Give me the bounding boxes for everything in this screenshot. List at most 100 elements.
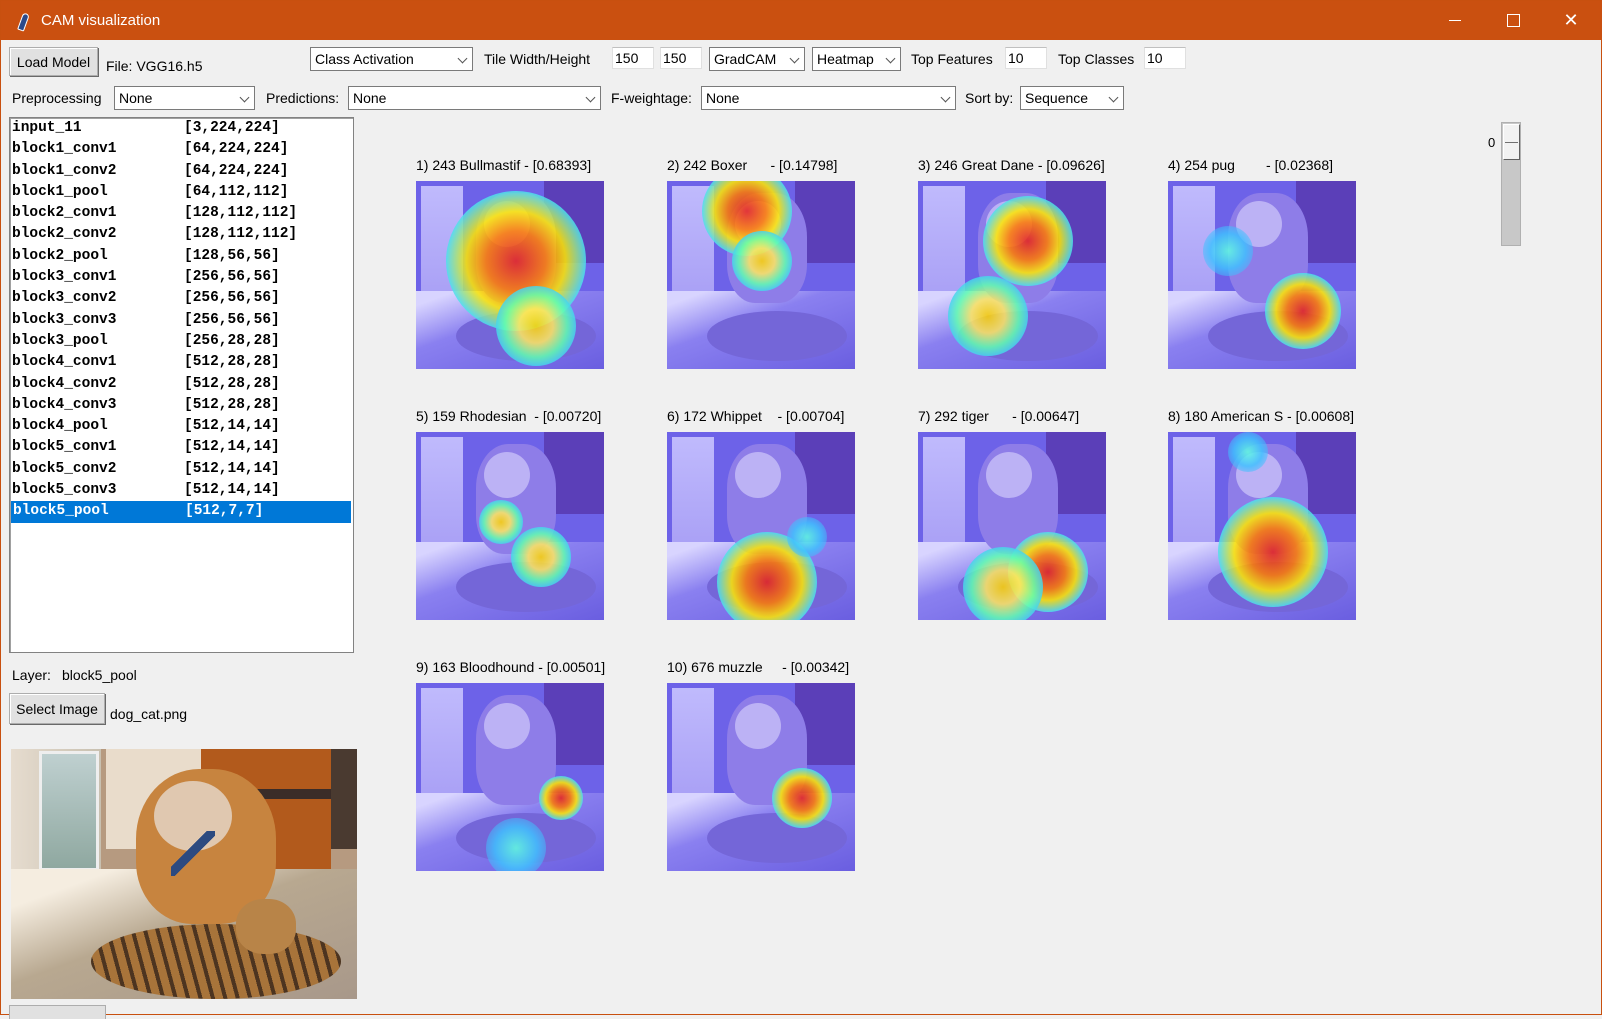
layer-list-item[interactable]: block5_conv2 [512,14,14] (10, 459, 353, 480)
maximize-button[interactable] (1484, 1, 1542, 40)
layer-list-item[interactable]: block4_conv2 [512,28,28] (10, 374, 353, 395)
cam-heatmap-tile[interactable] (667, 432, 855, 620)
partial-button[interactable] (9, 1005, 106, 1019)
top-classes-label: Top Classes (1058, 51, 1135, 67)
layer-shape: [128,112,112] (184, 205, 298, 222)
tile-width-input[interactable]: 150 (612, 47, 654, 69)
tile-label: 6) 172 Whippet - [0.00704] (667, 408, 845, 424)
layer-list-item[interactable]: block3_conv1 [256,56,56] (10, 267, 353, 288)
layer-list-item[interactable]: input_11 [3,224,224] (10, 118, 353, 139)
heatmap-region (1218, 497, 1328, 607)
layer-list-item[interactable]: block4_conv3 [512,28,28] (10, 395, 353, 416)
top-classes-input[interactable]: 10 (1144, 47, 1186, 69)
layer-name: block5_conv3 (12, 482, 117, 499)
fweightage-select[interactable]: None (701, 86, 956, 110)
mode-select[interactable]: Class Activation (310, 47, 473, 71)
layer-name: block1_conv2 (12, 162, 117, 179)
select-image-button[interactable]: Select Image (9, 693, 105, 724)
tile-label: 8) 180 American S - [0.00608] (1168, 408, 1354, 424)
layer-list-item[interactable]: block1_conv1 [64,224,224] (10, 139, 353, 160)
preprocessing-select[interactable]: None (114, 86, 255, 110)
layer-shape: [256,56,56] (184, 290, 280, 307)
layer-shape: [128,56,56] (184, 247, 280, 264)
cam-heatmap-tile[interactable] (918, 181, 1106, 369)
feather-icon (15, 12, 29, 30)
chevron-down-icon (885, 53, 896, 64)
top-features-input[interactable]: 10 (1005, 47, 1047, 69)
layer-list-item[interactable]: block2_conv1 [128,112,112] (10, 203, 353, 224)
layer-shape: [512,28,28] (184, 396, 280, 413)
chevron-down-icon (1108, 92, 1119, 103)
cam-heatmap-tile[interactable] (416, 683, 604, 871)
heatmap-region (539, 776, 583, 820)
layer-shape: [256,56,56] (184, 269, 280, 286)
layer-shape: [256,28,28] (184, 332, 280, 349)
predictions-select[interactable]: None (348, 86, 601, 110)
tile-label: 4) 254 pug - [0.02368] (1168, 157, 1333, 173)
layer-list-item[interactable]: block5_conv3 [512,14,14] (10, 480, 353, 501)
layer-shape: [512,14,14] (184, 460, 280, 477)
cam-heatmap-tile[interactable] (1168, 432, 1356, 620)
layer-list-item[interactable]: block5_pool [512,7,7] (11, 501, 351, 523)
tile-height-input[interactable]: 150 (660, 47, 702, 69)
source-image (11, 749, 357, 999)
sortby-label: Sort by: (965, 90, 1014, 106)
heatmap-region (486, 818, 546, 871)
slider-thumb[interactable] (1503, 124, 1520, 160)
heatmap-region (732, 231, 792, 291)
layer-list-item[interactable]: block4_conv1 [512,28,28] (10, 352, 353, 373)
cam-heatmap-tile[interactable] (416, 432, 604, 620)
layer-list-item[interactable]: block1_pool [64,112,112] (10, 182, 353, 203)
display-select[interactable]: Heatmap (812, 47, 901, 71)
tile-label: 10) 676 muzzle - [0.00342] (667, 659, 850, 675)
layer-shape: [128,112,112] (184, 226, 298, 243)
cam-heatmap-tile[interactable] (918, 432, 1106, 620)
heatmap-region (1203, 226, 1253, 276)
layer-list-item[interactable]: block3_conv3 [256,56,56] (10, 310, 353, 331)
layer-list-item[interactable]: block5_conv1 [512,14,14] (10, 437, 353, 458)
heatmap-region (496, 286, 576, 366)
layer-list-item[interactable]: block1_conv2 [64,224,224] (10, 161, 353, 182)
layer-list-item[interactable]: block2_pool [128,56,56] (10, 246, 353, 267)
chevron-down-icon (457, 53, 468, 64)
layer-listbox[interactable]: input_11 [3,224,224] block1_conv1 [64,224,2… (9, 117, 354, 653)
layer-name: block2_conv2 (12, 226, 117, 243)
layer-list-item[interactable]: block2_conv2 [128,112,112] (10, 224, 353, 245)
layer-shape: [512,14,14] (184, 482, 280, 499)
method-select[interactable]: GradCAM (709, 47, 805, 71)
cam-heatmap-tile[interactable] (1168, 181, 1356, 369)
layer-list-item[interactable]: block3_conv2 [256,56,56] (10, 288, 353, 309)
layer-shape: [64,224,224] (184, 141, 289, 158)
tile-scale-slider[interactable] (1501, 122, 1521, 246)
cam-heatmap-tile[interactable] (667, 181, 855, 369)
layer-name: block3_conv2 (12, 290, 117, 307)
layer-name: block4_conv3 (12, 396, 117, 413)
tile-label: 1) 243 Bullmastif - [0.68393] (416, 157, 592, 173)
minimize-button[interactable] (1426, 1, 1484, 40)
preprocessing-select-value: None (119, 90, 153, 106)
layer-list-item[interactable]: block3_pool [256,28,28] (10, 331, 353, 352)
layer-name: block5_pool (13, 503, 109, 520)
heatmap-region (948, 276, 1028, 356)
layer-shape: [64,224,224] (184, 162, 289, 179)
chevron-down-icon (789, 53, 800, 64)
chevron-down-icon (585, 92, 596, 103)
mode-select-value: Class Activation (315, 51, 414, 67)
layer-name: block1_conv1 (12, 141, 117, 158)
heatmap-region (479, 500, 523, 544)
sortby-select[interactable]: Sequence (1020, 86, 1124, 110)
heatmap-region (511, 527, 571, 587)
fweightage-select-value: None (706, 90, 740, 106)
layer-name: block1_pool (12, 183, 108, 200)
cam-heatmap-tile[interactable] (416, 181, 604, 369)
close-button[interactable]: ✕ (1542, 1, 1600, 40)
heatmap-region (963, 547, 1043, 620)
layer-label: Layer: (12, 667, 51, 683)
load-model-button[interactable]: Load Model (9, 47, 98, 76)
layer-name: block5_conv2 (12, 460, 117, 477)
method-select-value: GradCAM (714, 51, 777, 67)
cam-heatmap-tile[interactable] (667, 683, 855, 871)
fweightage-label: F-weightage: (611, 90, 692, 106)
tile-size-label: Tile Width/Height (484, 51, 591, 67)
layer-list-item[interactable]: block4_pool [512,14,14] (10, 416, 353, 437)
